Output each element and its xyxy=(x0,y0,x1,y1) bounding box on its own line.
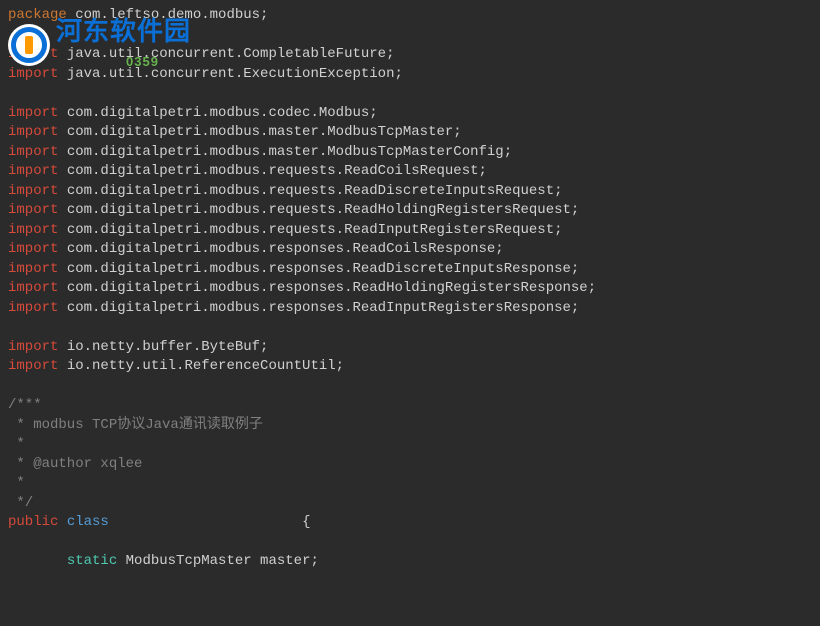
code-line: import com.digitalpetri.modbus.responses… xyxy=(8,299,812,319)
code-token: import xyxy=(8,183,58,199)
code-line: import com.digitalpetri.modbus.master.Mo… xyxy=(8,123,812,143)
code-line: */ xyxy=(8,494,812,514)
code-token: /*** xyxy=(8,397,42,413)
code-token: com.digitalpetri.modbus.requests.ReadDis… xyxy=(58,183,562,199)
code-line: * xyxy=(8,474,812,494)
code-token: import xyxy=(8,124,58,140)
code-token: * modbus TCP协议Java通讯读取例子 xyxy=(8,417,263,433)
code-line: import com.digitalpetri.modbus.responses… xyxy=(8,279,812,299)
code-token xyxy=(58,514,66,530)
code-token: class xyxy=(67,514,109,530)
code-line: import com.digitalpetri.modbus.requests.… xyxy=(8,162,812,182)
code-line: /*** xyxy=(8,396,812,416)
code-token: * xyxy=(8,436,25,452)
code-token: import xyxy=(8,163,58,179)
code-token: import xyxy=(8,339,58,355)
code-token: import xyxy=(8,300,58,316)
code-token: import xyxy=(8,105,58,121)
code-line: import io.netty.util.ReferenceCountUtil; xyxy=(8,357,812,377)
code-token: io.netty.util.ReferenceCountUtil; xyxy=(58,358,344,374)
code-line: * modbus TCP协议Java通讯读取例子 xyxy=(8,416,812,436)
code-line: * @author xqlee xyxy=(8,455,812,475)
code-token: io.netty.buffer.ByteBuf; xyxy=(58,339,268,355)
code-line: import com.digitalpetri.modbus.codec.Mod… xyxy=(8,104,812,124)
code-token: { xyxy=(302,514,310,530)
code-line xyxy=(8,318,812,338)
code-token: com.digitalpetri.modbus.responses.ReadCo… xyxy=(58,241,503,257)
code-token: com.digitalpetri.modbus.responses.ReadDi… xyxy=(58,261,579,277)
code-token: com.digitalpetri.modbus.requests.ReadHol… xyxy=(58,202,579,218)
code-line: import com.digitalpetri.modbus.responses… xyxy=(8,240,812,260)
code-line: public class { xyxy=(8,513,812,533)
code-token: com.digitalpetri.modbus.responses.ReadIn… xyxy=(58,300,579,316)
code-line xyxy=(8,533,812,553)
code-line: import com.digitalpetri.modbus.requests.… xyxy=(8,201,812,221)
code-token: import xyxy=(8,222,58,238)
code-token: com.digitalpetri.modbus.master.ModbusTcp… xyxy=(58,124,461,140)
code-token: import xyxy=(8,66,58,82)
code-token: public xyxy=(8,514,58,530)
code-line: import com.digitalpetri.modbus.responses… xyxy=(8,260,812,280)
code-token: java.util.concurrent.ExecutionException; xyxy=(58,66,402,82)
code-token: com.digitalpetri.modbus.requests.ReadCoi… xyxy=(58,163,486,179)
code-line xyxy=(8,84,812,104)
code-token xyxy=(109,514,302,530)
code-token: com.digitalpetri.modbus.responses.ReadHo… xyxy=(58,280,596,296)
code-token: ModbusTcpMaster master; xyxy=(117,553,319,569)
code-line: import com.digitalpetri.modbus.master.Mo… xyxy=(8,143,812,163)
code-token: com.digitalpetri.modbus.requests.ReadInp… xyxy=(58,222,562,238)
code-token: * xyxy=(8,475,25,491)
code-token: com.digitalpetri.modbus.master.ModbusTcp… xyxy=(58,144,512,160)
code-token: import xyxy=(8,280,58,296)
code-token: * @author xqlee xyxy=(8,456,142,472)
code-token: static xyxy=(67,553,117,569)
code-line: import com.digitalpetri.modbus.requests.… xyxy=(8,221,812,241)
code-line: import io.netty.buffer.ByteBuf; xyxy=(8,338,812,358)
code-token: import xyxy=(8,202,58,218)
code-token: */ xyxy=(8,495,33,511)
code-token: import xyxy=(8,241,58,257)
watermark-title: 河东软件园 xyxy=(56,22,191,42)
code-line: import com.digitalpetri.modbus.requests.… xyxy=(8,182,812,202)
code-line: static ModbusTcpMaster master; xyxy=(8,552,812,572)
code-token: import xyxy=(8,261,58,277)
code-line xyxy=(8,377,812,397)
watermark-logo-icon xyxy=(8,24,50,66)
code-token: import xyxy=(8,358,58,374)
code-line: * xyxy=(8,435,812,455)
code-token: import xyxy=(8,144,58,160)
code-token: java.util.concurrent.CompletableFuture; xyxy=(58,46,394,62)
code-token xyxy=(8,553,67,569)
code-viewer: package com.leftso.demo.modbus; import j… xyxy=(0,0,820,578)
watermark-subtitle: 0359 xyxy=(126,52,159,72)
code-token: com.digitalpetri.modbus.codec.Modbus; xyxy=(58,105,377,121)
